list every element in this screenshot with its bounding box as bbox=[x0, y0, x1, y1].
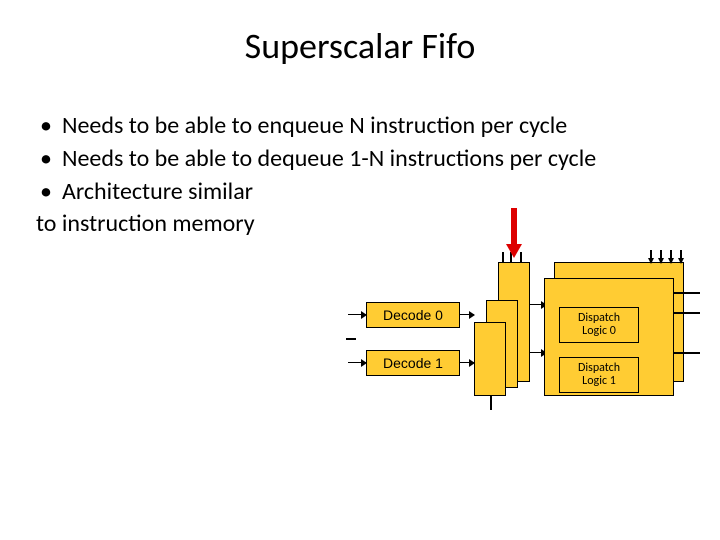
wire bbox=[674, 352, 700, 354]
tick bbox=[502, 252, 504, 262]
wire bbox=[674, 292, 700, 294]
pipeline-diagram: Decode 0 Decode 1 Dispatch bbox=[352, 252, 704, 412]
dispatch-logic-1-box: Dispatch Logic 1 bbox=[559, 357, 639, 393]
decode-1-box: Decode 1 bbox=[366, 350, 460, 376]
wire bbox=[346, 338, 356, 340]
dispatch-front-panel: Dispatch Logic 0 Dispatch Logic 1 bbox=[544, 278, 674, 396]
arrowhead-icon bbox=[668, 258, 674, 264]
dispatch-logic-0-box: Dispatch Logic 0 bbox=[559, 307, 639, 343]
fifo-stage bbox=[474, 322, 506, 396]
wire bbox=[674, 312, 700, 314]
fifo-stack bbox=[472, 262, 534, 396]
wire bbox=[348, 314, 366, 315]
dispatch-0-l2: Logic 0 bbox=[582, 325, 616, 338]
bullet-continuation: to instruction memory bbox=[36, 210, 684, 239]
slide-title: Superscalar Fifo bbox=[36, 24, 684, 68]
bullet-item: Architecture similar bbox=[36, 178, 684, 207]
wire bbox=[490, 396, 492, 410]
arrowhead-icon bbox=[648, 258, 654, 264]
bullet-list: Needs to be able to enqueue N instructio… bbox=[36, 112, 684, 206]
slide: Superscalar Fifo Needs to be able to enq… bbox=[0, 0, 720, 540]
bullet-item: Needs to be able to enqueue N instructio… bbox=[36, 112, 684, 141]
slide-body: Needs to be able to enqueue N instructio… bbox=[36, 112, 684, 239]
dispatch-group: Dispatch Logic 0 Dispatch Logic 1 bbox=[544, 262, 694, 396]
arrowhead-icon bbox=[658, 258, 664, 264]
dispatch-1-l2: Logic 1 bbox=[582, 375, 616, 388]
bullet-item: Needs to be able to dequeue 1-N instruct… bbox=[36, 145, 684, 174]
wire bbox=[348, 362, 366, 363]
decode-0-box: Decode 0 bbox=[366, 302, 460, 328]
arrowhead-icon bbox=[678, 258, 684, 264]
